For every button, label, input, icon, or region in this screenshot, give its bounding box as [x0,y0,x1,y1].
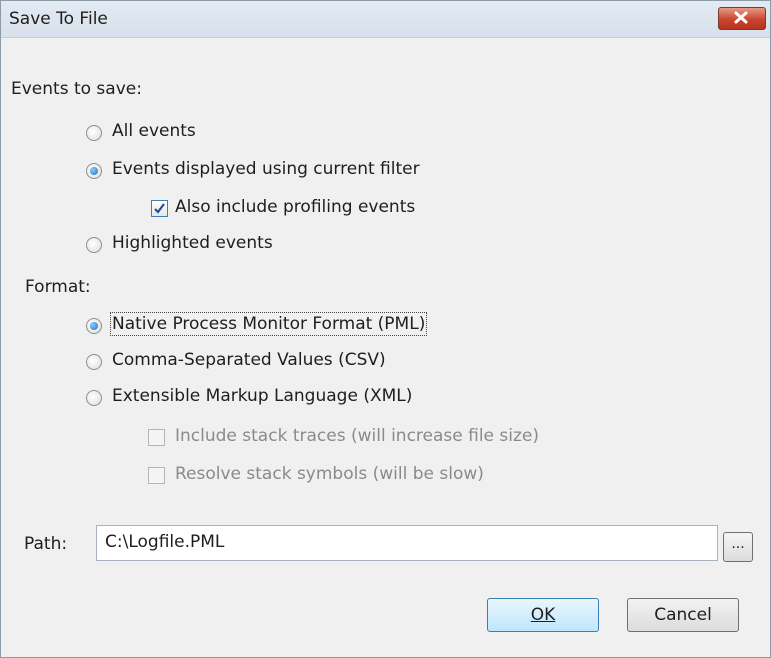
title-bar: Save To File [1,1,770,38]
checkmark-icon [154,203,165,214]
ok-button-label: OK [530,605,556,625]
path-input[interactable] [97,526,713,558]
checkbox-include-profiling-label[interactable]: Also include profiling events [175,197,415,217]
radio-format-xml-label[interactable]: Extensible Markup Language (XML) [112,386,412,406]
radio-selected-dot [90,167,98,175]
path-field[interactable] [96,525,718,561]
format-heading: Format: [25,277,91,297]
radio-format-pml-label[interactable]: Native Process Monitor Format (PML) [109,312,428,336]
close-icon [734,11,748,24]
checkbox-include-profiling[interactable] [151,200,168,217]
save-to-file-dialog: Save To File Events to save: All events … [0,0,771,658]
dialog-title: Save To File [9,9,108,29]
radio-format-xml[interactable] [86,390,102,406]
ok-button[interactable]: OK [487,598,599,632]
radio-all-events-label[interactable]: All events [112,121,196,141]
events-to-save-heading: Events to save: [11,79,142,99]
radio-all-events[interactable] [86,125,102,141]
radio-highlighted-events[interactable] [86,237,102,253]
checkbox-include-stack-traces-label[interactable]: Include stack traces (will increase file… [175,426,539,446]
checkbox-resolve-stack-symbols[interactable] [148,467,165,484]
cancel-button[interactable]: Cancel [627,598,739,632]
checkbox-resolve-stack-symbols-label[interactable]: Resolve stack symbols (will be slow) [175,464,484,484]
close-button[interactable] [718,7,766,30]
radio-events-current-filter-label[interactable]: Events displayed using current filter [112,159,420,179]
browse-button[interactable]: ... [723,532,753,562]
dialog-body: Events to save: All events Events displa… [1,38,770,657]
radio-highlighted-events-label[interactable]: Highlighted events [112,233,273,253]
path-label: Path: [24,534,68,554]
radio-format-csv-label[interactable]: Comma-Separated Values (CSV) [112,350,386,370]
radio-format-pml[interactable] [86,318,102,334]
checkbox-include-stack-traces[interactable] [148,429,165,446]
radio-format-csv[interactable] [86,354,102,370]
radio-selected-dot [90,322,98,330]
radio-events-current-filter[interactable] [86,163,102,179]
